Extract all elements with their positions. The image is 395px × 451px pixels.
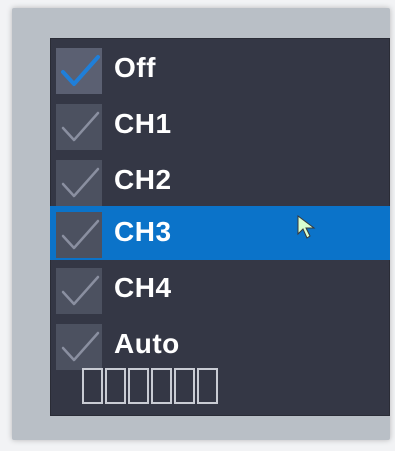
check-icon — [61, 219, 100, 250]
menu-item-label: CH2 — [114, 164, 172, 195]
menu-item-label: Auto — [114, 328, 180, 359]
check-icon — [61, 111, 100, 142]
check-icon — [61, 167, 100, 198]
menu-item-label: CH3 — [114, 216, 172, 247]
menu-item-ch2[interactable]: CH2 — [50, 154, 390, 208]
placeholder-glyph — [105, 368, 126, 404]
menu-item-off[interactable]: Off — [50, 42, 390, 96]
placeholder-glyph — [197, 368, 218, 404]
checkbox[interactable] — [56, 104, 102, 150]
menu-item-ch3[interactable]: CH3 — [50, 206, 390, 260]
checkbox[interactable] — [56, 48, 102, 94]
checkbox[interactable] — [56, 160, 102, 206]
menu-item-label: CH1 — [114, 108, 172, 139]
placeholder-glyph — [151, 368, 172, 404]
menu-item-label: CH4 — [114, 272, 172, 303]
checkbox[interactable] — [56, 212, 102, 258]
mouse-pointer-icon — [297, 215, 316, 239]
menu-item-label: Off — [114, 52, 156, 83]
check-icon — [61, 55, 100, 86]
check-icon — [61, 331, 100, 362]
channel-menu: Off CH1 CH2 CH3 CH4 Auto — [50, 38, 390, 416]
check-icon — [61, 275, 100, 306]
menu-item-ch1[interactable]: CH1 — [50, 98, 390, 152]
placeholder-glyph — [174, 368, 195, 404]
dialog-frame: Off CH1 CH2 CH3 CH4 Auto — [12, 8, 390, 440]
checkbox[interactable] — [56, 268, 102, 314]
placeholder-glyph — [82, 368, 103, 404]
placeholder-glyph-row — [82, 368, 218, 404]
checkbox[interactable] — [56, 324, 102, 370]
menu-item-auto[interactable]: Auto — [50, 318, 390, 372]
placeholder-glyph — [128, 368, 149, 404]
menu-item-ch4[interactable]: CH4 — [50, 262, 390, 316]
